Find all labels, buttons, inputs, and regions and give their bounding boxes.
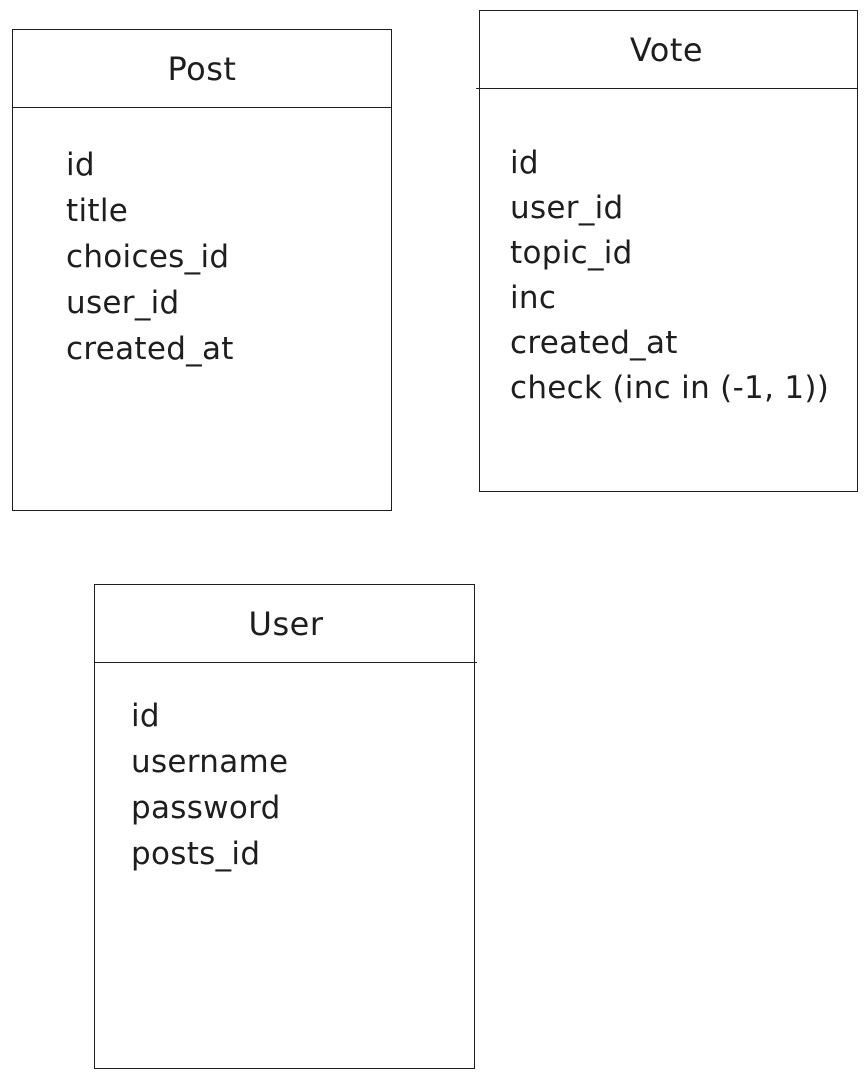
field: created_at — [66, 331, 234, 367]
field: check (inc in (-1, 1)) — [510, 370, 830, 406]
field: user_id — [510, 190, 624, 226]
entity-user: User id username password posts_id — [94, 584, 477, 1069]
field: id — [510, 145, 539, 181]
field: id — [131, 698, 160, 734]
field: id — [66, 147, 95, 183]
field: inc — [510, 280, 557, 316]
field: username — [131, 744, 289, 780]
entity-title: User — [95, 585, 477, 663]
field: topic_id — [510, 235, 633, 271]
entity-vote: Vote id user_id topic_id inc created_at … — [476, 10, 858, 492]
field: password — [131, 790, 281, 826]
field-list: id title choices_id user_id created_at — [66, 142, 234, 372]
field: posts_id — [131, 836, 261, 872]
entity-title: Post — [13, 30, 391, 108]
field: user_id — [66, 285, 180, 321]
entity-title: Vote — [476, 11, 857, 89]
field-list: id user_id topic_id inc created_at check… — [510, 141, 829, 411]
field: title — [66, 193, 129, 229]
entity-post: Post id title choices_id user_id created… — [12, 29, 392, 511]
field-list: id username password posts_id — [131, 693, 288, 877]
field: choices_id — [66, 239, 230, 275]
field: created_at — [510, 325, 678, 361]
